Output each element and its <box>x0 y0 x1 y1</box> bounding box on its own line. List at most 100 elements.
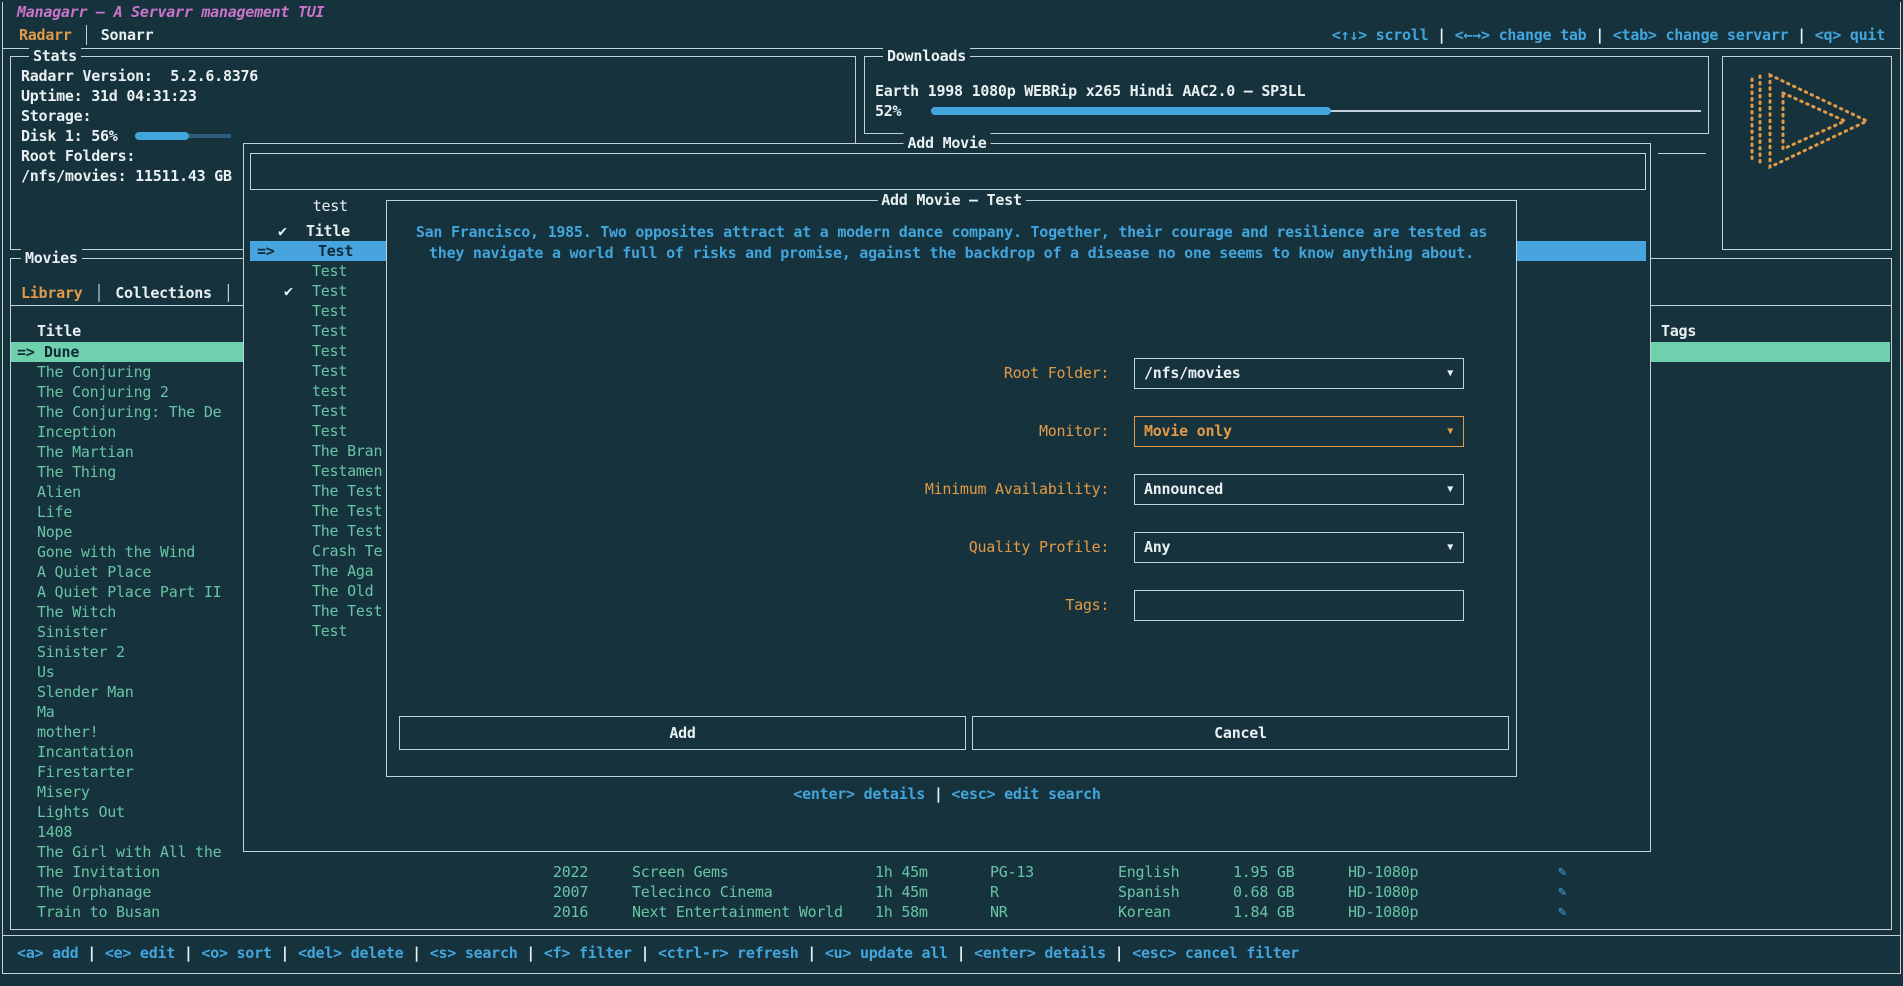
tab-divider <box>86 25 87 45</box>
movie-overview: San Francisco, 1985. Two opposites attra… <box>400 222 1503 264</box>
field-value: Any <box>1144 538 1170 556</box>
hint-separator: | <box>1788 26 1814 44</box>
dropdown-caret-icon: ▼ <box>1447 475 1453 504</box>
downloads-panel: Downloads Earth 1998 1080p WEBRip x265 H… <box>864 56 1709 134</box>
hint-separator: | <box>403 944 429 962</box>
movie-title: Dune <box>44 342 79 362</box>
cell-runtime: 1h 45m <box>875 882 928 902</box>
keybinding-hint: <←→> change tab <box>1455 26 1587 44</box>
keybinding-hint: <o> sort <box>201 944 271 962</box>
column-header-title: Title <box>306 221 350 241</box>
minimum-availability-dropdown[interactable]: Announced▼ <box>1134 474 1464 505</box>
add-movie-modal: Add Movie — Test San Francisco, 1985. Tw… <box>386 200 1517 777</box>
hint-separator: | <box>1428 26 1454 44</box>
quality-profile-dropdown[interactable]: Any ▼ <box>1134 532 1464 563</box>
result-title: test <box>312 381 347 401</box>
header-keybindings: <↑↓> scroll | <←→> change tab | <tab> ch… <box>1332 25 1885 45</box>
stats-uptime: Uptime: 31d 04:31:23 <box>21 86 197 106</box>
movie-search-input[interactable]: test <box>250 153 1646 190</box>
disk-usage-bar <box>135 126 231 146</box>
form-field-row: Minimum Availability: Announced▼ <box>387 474 1516 505</box>
cell-language: Spanish <box>1118 882 1179 902</box>
tags-input[interactable] <box>1134 590 1464 621</box>
tab-sonarr[interactable]: Sonarr <box>101 25 154 45</box>
field-label: Tags: <box>387 590 1118 621</box>
result-title: Test <box>312 621 347 641</box>
result-title: Test <box>312 261 347 281</box>
stats-version: Radarr Version: 5.2.6.8376 <box>21 66 258 86</box>
library-row[interactable]: Train to Busan2016Next Entertainment Wor… <box>11 902 1890 922</box>
cell-language: Korean <box>1118 902 1171 922</box>
search-keybindings: <enter> details | <esc> edit search <box>244 784 1650 804</box>
popup-title: Add Movie <box>903 133 990 153</box>
movie-title: Inception <box>37 422 116 442</box>
column-header-tags: Tags <box>1661 321 1696 341</box>
movie-title: Alien <box>37 482 81 502</box>
managarr-app: Managarr — A Servarr management TUI Rada… <box>0 0 1903 986</box>
library-tabbar: Library │ Collections │ <box>21 283 233 303</box>
movie-title: The Conjuring 2 <box>37 382 169 402</box>
hint-separator: | <box>1586 26 1612 44</box>
download-item-title: Earth 1998 1080p WEBRip x265 Hindi AAC2.… <box>875 81 1305 101</box>
modal-title: Add Movie — Test <box>877 190 1026 210</box>
result-title: Crash Te <box>312 541 382 561</box>
selection-arrow: => <box>257 241 275 261</box>
tab-radarr[interactable]: Radarr <box>19 25 72 45</box>
hint-separator: | <box>518 944 544 962</box>
result-title: The Bran <box>312 441 382 461</box>
cell-size: 1.95 GB <box>1233 862 1294 882</box>
cancel-button[interactable]: Cancel <box>972 716 1509 750</box>
download-percent-label: 52% <box>875 101 901 121</box>
hint-separator: | <box>948 944 974 962</box>
movie-title: Firestarter <box>37 762 134 782</box>
result-title: The Aga <box>312 561 373 581</box>
movie-title: Slender Man <box>37 682 134 702</box>
movie-title: The Thing <box>37 462 116 482</box>
keybinding-hint: <↑↓> scroll <box>1332 26 1429 44</box>
cell-rating: PG-13 <box>990 862 1034 882</box>
keybinding-hint: <ctrl-r> refresh <box>658 944 799 962</box>
pencil-icon: ✎ <box>1558 902 1566 922</box>
result-title: The Test <box>312 521 382 541</box>
stats-storage-label: Storage: <box>21 106 91 126</box>
movie-title: The Conjuring <box>37 362 151 382</box>
movie-title: The Invitation <box>37 862 160 882</box>
field-label: Monitor: <box>387 416 1118 447</box>
result-title: Test <box>312 281 347 301</box>
field-value: Movie only <box>1144 422 1232 440</box>
progress-track-fragment <box>1658 153 1706 154</box>
library-row[interactable]: The Orphanage2007Telecinco Cinema1h 45mR… <box>11 882 1890 902</box>
movie-title: Sinister <box>37 622 107 642</box>
cell-size: 0.68 GB <box>1233 882 1294 902</box>
root-folder-dropdown[interactable]: /nfs/movies▼ <box>1134 358 1464 389</box>
movie-title: Ma <box>37 702 55 722</box>
movie-title: The Martian <box>37 442 134 462</box>
result-title: Test <box>312 401 347 421</box>
tab-separator: │ <box>94 283 103 303</box>
add-button[interactable]: Add <box>399 716 966 750</box>
tab-collections[interactable]: Collections <box>115 283 212 303</box>
movie-title: Nope <box>37 522 72 542</box>
downloads-panel-title: Downloads <box>883 46 970 66</box>
progress-fill <box>931 107 1331 115</box>
field-label: Minimum Availability: <box>387 474 1118 505</box>
cell-language: English <box>1118 862 1179 882</box>
keybinding-hint: <enter> details <box>974 944 1106 962</box>
footer-keybindings: <a> add | <e> edit | <o> sort | <del> de… <box>17 943 1299 963</box>
cell-quality: HD-1080p <box>1348 862 1418 882</box>
stats-panel-title: Stats <box>29 46 81 66</box>
stats-rootfolders-label: Root Folders: <box>21 146 135 166</box>
field-label: Quality Profile: <box>387 532 1118 563</box>
monitor-dropdown[interactable]: Movie only▼ <box>1134 416 1464 447</box>
result-title: Test <box>312 361 347 381</box>
dropdown-caret-icon: ▼ <box>1447 533 1453 562</box>
monitored-check-icon: ✔ <box>284 281 293 301</box>
column-header-monitored: ✔ <box>278 221 287 241</box>
keybinding-hint: <e> edit <box>105 944 175 962</box>
hint-separator: | <box>175 944 201 962</box>
cell-quality: HD-1080p <box>1348 902 1418 922</box>
library-row[interactable]: The Invitation2022Screen Gems1h 45mPG-13… <box>11 862 1890 882</box>
movie-title: The Conjuring: The De <box>37 402 221 422</box>
form-field-row: Quality Profile: Any ▼ <box>387 532 1516 563</box>
tab-library[interactable]: Library <box>21 283 82 303</box>
